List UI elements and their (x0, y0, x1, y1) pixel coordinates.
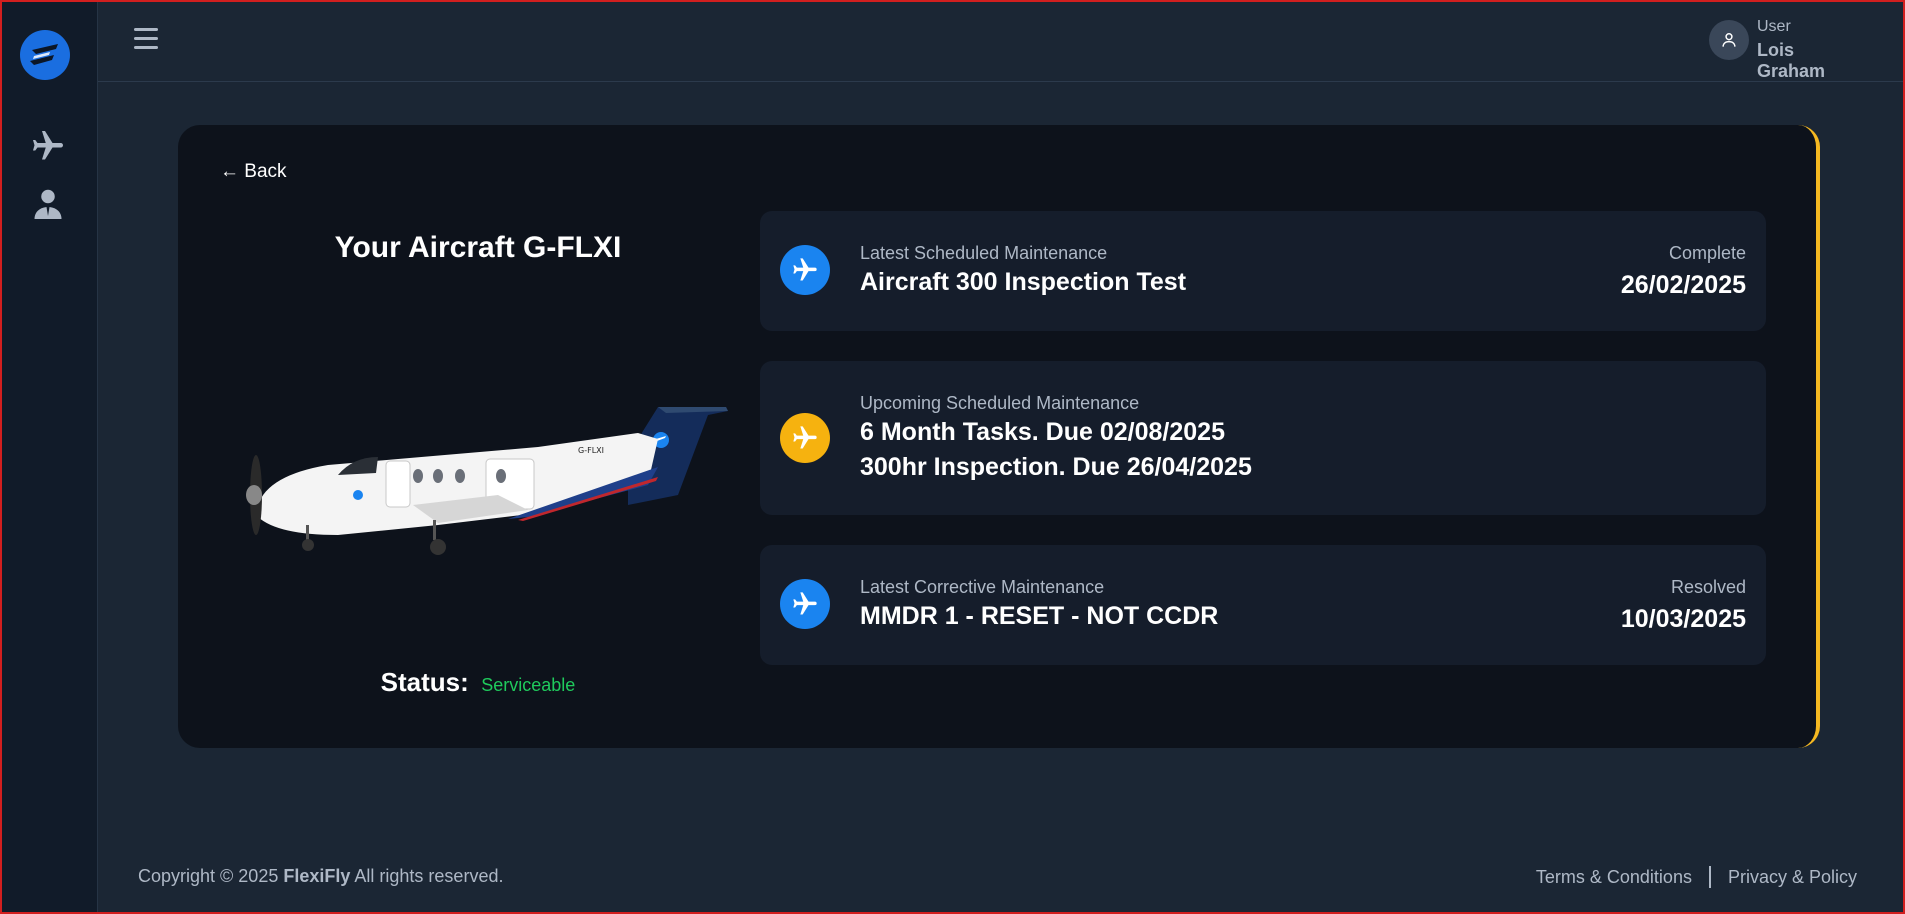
latest-scheduled-maintenance-panel[interactable]: Latest Scheduled Maintenance Aircraft 30… (760, 211, 1766, 331)
panel-date: 10/03/2025 (1620, 605, 1746, 633)
copyright: Copyright © 2025 FlexiFly All rights res… (138, 866, 503, 887)
user-info[interactable]: User Lois Graham (1757, 18, 1863, 82)
airplane-icon (780, 579, 830, 629)
panel-title: Aircraft 300 Inspection Test (860, 268, 1187, 296)
status-label: Status: (380, 667, 469, 697)
panel-line-2: 300hr Inspection. Due 26/04/2025 (860, 453, 1252, 481)
sidebar (2, 2, 98, 912)
pilot-icon[interactable] (30, 186, 66, 222)
back-link[interactable]: ← Back (220, 161, 287, 183)
airplane-icon (780, 245, 830, 295)
airplane-icon (780, 413, 830, 463)
user-role: User (1757, 18, 1791, 35)
copyright-prefix: Copyright © 2025 (138, 866, 279, 886)
tail-number: G-FLXI (578, 446, 604, 455)
terms-link[interactable]: Terms & Conditions (1536, 867, 1692, 888)
top-bar: User Lois Graham (98, 2, 1903, 82)
panel-status-label: Complete (1668, 243, 1746, 263)
panel-label: Upcoming Scheduled Maintenance (860, 393, 1140, 413)
upcoming-scheduled-maintenance-panel[interactable]: Upcoming Scheduled Maintenance 6 Month T… (760, 361, 1766, 515)
aircraft-image: G-FLXI (238, 395, 738, 575)
status-value: Serviceable (481, 675, 576, 695)
copyright-suffix: All rights reserved. (354, 866, 504, 886)
footer-links: Terms & Conditions Privacy & Policy (1536, 866, 1857, 888)
hamburger-menu-icon[interactable] (134, 28, 162, 54)
privacy-link[interactable]: Privacy & Policy (1728, 867, 1857, 888)
status-row: Status: Serviceable (178, 667, 778, 698)
panel-line-1: 6 Month Tasks. Due 02/08/2025 (860, 418, 1225, 446)
panel-status-label: Resolved (1670, 577, 1746, 597)
panel-label: Latest Corrective Maintenance (860, 577, 1105, 597)
flexifly-logo-icon[interactable] (20, 30, 70, 80)
user-name: Lois Graham (1757, 40, 1826, 81)
panel-date: 26/02/2025 (1620, 271, 1746, 299)
aircraft-card: ← Back Your Aircraft G-FLXI G-FLXI Statu… (178, 125, 1820, 748)
footer-divider (1708, 866, 1711, 888)
latest-corrective-maintenance-panel[interactable]: Latest Corrective Maintenance MMDR 1 - R… (760, 545, 1766, 665)
panel-title: MMDR 1 - RESET - NOT CCDR (860, 602, 1219, 630)
airplane-icon[interactable] (30, 128, 66, 164)
user-avatar-icon[interactable] (1709, 20, 1749, 60)
panel-label: Latest Scheduled Maintenance (860, 243, 1108, 263)
aircraft-title: Your Aircraft G-FLXI (334, 231, 622, 264)
brand-name: FlexiFly (283, 866, 351, 886)
